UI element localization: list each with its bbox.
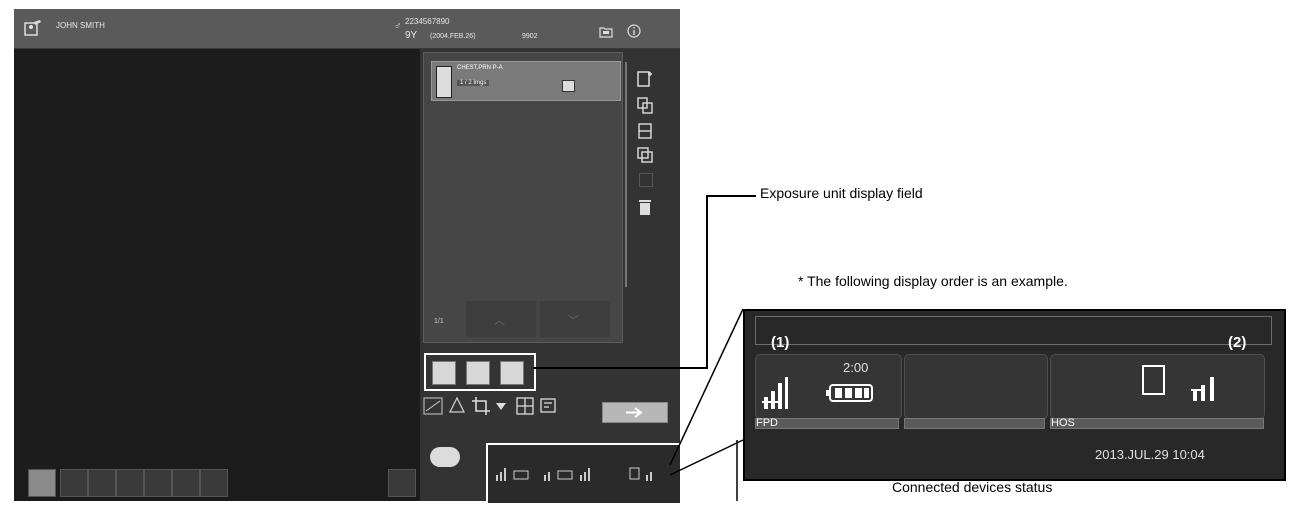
system-datetime: 2013.JUL.29 10:04 <box>1095 447 1205 462</box>
patient-id: 2234567890 <box>405 17 450 26</box>
study-thumbnail <box>436 66 452 98</box>
device-name-fpd: FPD <box>756 417 778 429</box>
folder-icon[interactable] <box>599 26 613 38</box>
send-button[interactable] <box>602 402 668 423</box>
crop-icon[interactable] <box>470 395 492 417</box>
patient-info-bar: JOHN SMITH ♂ 2234567890 9Y (2004.FEB.26)… <box>14 9 680 49</box>
tool-button-7[interactable] <box>200 469 228 497</box>
exposure-unit-label: Exposure unit display field <box>760 185 923 201</box>
exposure-unit-2[interactable] <box>466 361 490 385</box>
cassette-icon <box>1142 365 1165 395</box>
display-order-note: * The following display order is an exam… <box>798 273 1068 289</box>
annotation-icon[interactable] <box>538 395 560 417</box>
tool-button-5[interactable] <box>144 469 172 497</box>
device-name-hos: HOS <box>1051 417 1075 429</box>
study-name: CHEST,PRN P-A <box>457 65 503 71</box>
mini-devices-icons <box>496 467 652 481</box>
tool-button-4[interactable] <box>116 469 144 497</box>
device-slot-label-2: (2) <box>1228 334 1247 351</box>
new-study-icon[interactable] <box>635 69 655 89</box>
page-indicator: 1/1 <box>434 318 444 325</box>
battery-time: 2:00 <box>843 360 869 375</box>
system-status-indicator[interactable] <box>430 447 460 467</box>
tool-button-6[interactable] <box>172 469 200 497</box>
info-icon[interactable] <box>627 24 641 38</box>
exam-code: 9902 <box>522 33 538 40</box>
trash-icon[interactable] <box>635 197 655 217</box>
device-name-bar-3 <box>1050 418 1264 429</box>
patient-name: JOHN SMITH <box>56 21 105 30</box>
dropdown-arrow-icon[interactable] <box>494 399 508 413</box>
device-tile-hos[interactable] <box>1050 354 1265 419</box>
split-study-icon[interactable] <box>635 121 655 141</box>
exposure-unit-1[interactable] <box>432 361 456 385</box>
exposure-unit-3[interactable] <box>500 361 524 385</box>
disabled-tool-button <box>639 173 653 187</box>
console-window: JOHN SMITH ♂ 2234567890 9Y (2004.FEB.26)… <box>14 9 682 505</box>
connected-devices-status-mini[interactable] <box>486 443 682 505</box>
study-image-count: 1 / 2 Imgs <box>457 80 490 86</box>
image-viewer[interactable] <box>14 49 420 501</box>
patient-edit-icon[interactable] <box>23 18 43 38</box>
device-tile-empty[interactable] <box>904 354 1048 419</box>
tool-button-8[interactable] <box>388 469 416 497</box>
arrow-right-icon <box>626 407 643 418</box>
device-tile-fpd[interactable]: 2:00 <box>755 354 902 419</box>
study-list-panel: CHEST,PRN P-A 1 / 2 Imgs 1/1 ︿ ﹀ <box>423 52 627 343</box>
chevron-down-icon: ﹀ <box>568 315 579 327</box>
exposure-leader-top <box>706 195 756 197</box>
rotate-icon[interactable] <box>446 395 468 417</box>
tool-button-3[interactable] <box>88 469 116 497</box>
right-control-column: CHEST,PRN P-A 1 / 2 Imgs 1/1 ︿ ﹀ <box>420 49 682 505</box>
duplicate-icon[interactable] <box>635 145 655 165</box>
page-up-button[interactable]: ︿ <box>466 301 536 337</box>
page-down-button[interactable]: ﹀ <box>540 301 610 337</box>
patient-sex-icon: ♂ <box>394 21 402 32</box>
device-name-bar-2 <box>904 418 1045 429</box>
study-flag-icon <box>562 80 575 92</box>
study-list-scrollbar[interactable] <box>625 62 627 287</box>
tool-button-2[interactable] <box>60 469 88 497</box>
copy-study-icon[interactable] <box>635 95 655 115</box>
signal-strength-icon <box>762 377 788 409</box>
layout-button[interactable] <box>28 469 56 497</box>
battery-icon <box>826 384 873 402</box>
signal-strength-icon <box>1191 377 1214 401</box>
patient-age: 9Y <box>405 30 418 41</box>
exposure-unit-display-field <box>424 353 536 391</box>
chevron-up-icon: ︿ <box>494 315 505 327</box>
devices-header-box <box>755 316 1272 345</box>
patient-birthdate: (2004.FEB.26) <box>430 33 476 40</box>
grid-icon[interactable] <box>514 395 536 417</box>
study-list-item[interactable]: CHEST,PRN P-A 1 / 2 Imgs <box>431 61 621 101</box>
window-level-icon[interactable] <box>422 395 444 417</box>
device-slot-label-1: (1) <box>771 334 790 351</box>
connected-devices-caption: Connected devices status <box>892 479 1053 495</box>
connected-devices-status-panel: (1) (2) 2:00 FPD HOS 2013.JUL.29 10:04 <box>743 309 1286 481</box>
